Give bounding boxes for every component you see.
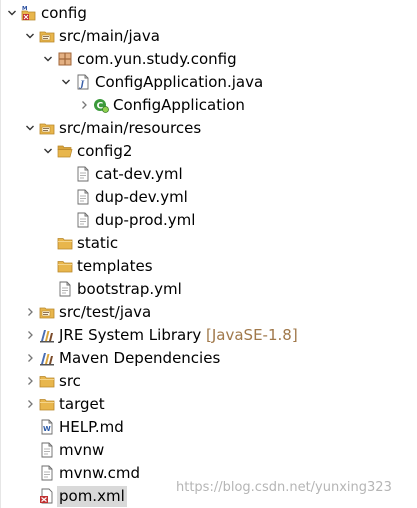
tree-item-label: HELP.md	[59, 418, 124, 436]
text-file-icon	[75, 189, 91, 205]
tree-item[interactable]: config2	[0, 140, 417, 163]
chevron-down-icon[interactable]	[42, 145, 54, 157]
tree-item-label: bootstrap.yml	[77, 280, 182, 298]
tree-item[interactable]: cat-dev.yml	[0, 163, 417, 186]
tree-item-label: mvnw.cmd	[59, 464, 141, 482]
tree-item-decoration: [JavaSE-1.8]	[201, 326, 298, 344]
source-folder-icon	[39, 304, 55, 320]
tree-item[interactable]: templates	[0, 255, 417, 278]
tree-item[interactable]: C ConfigApplication	[0, 94, 417, 117]
java-file-icon: J	[75, 74, 91, 90]
text-file-icon	[75, 166, 91, 182]
chevron-right-icon[interactable]	[78, 99, 90, 111]
tree-item[interactable]: JRE System Library [JavaSE-1.8]	[0, 324, 417, 347]
tree-item-label: JRE System Library [JavaSE-1.8]	[59, 326, 298, 344]
chevron-right-icon[interactable]	[24, 352, 36, 364]
tree-item-label: ConfigApplication	[113, 96, 245, 114]
tree-item[interactable]: bootstrap.yml	[0, 278, 417, 301]
tree-item-label: static	[77, 234, 119, 252]
tree-item[interactable]: src/main/java	[0, 25, 417, 48]
tree-item[interactable]: com.yun.study.config	[0, 48, 417, 71]
tree-item-label: target	[59, 395, 105, 413]
tree-item-label: ConfigApplication.java	[95, 73, 264, 91]
tree-item[interactable]: mvnw	[0, 439, 417, 462]
text-file-icon	[57, 281, 73, 297]
tree-item-label: mvnw	[59, 441, 105, 459]
chevron-right-icon[interactable]	[24, 375, 36, 387]
tree-item[interactable]: Maven Dependencies	[0, 347, 417, 370]
chevron-right-icon[interactable]	[24, 329, 36, 341]
xml-file-icon	[39, 488, 55, 504]
watermark: https://blog.csdn.net/yunxing323	[176, 480, 392, 495]
text-file-icon	[39, 465, 55, 481]
folder-icon	[57, 235, 73, 251]
tree-item-label: cat-dev.yml	[95, 165, 183, 183]
tree-item-label: config2	[77, 142, 133, 160]
tree-item-label: pom.xml	[57, 486, 127, 507]
chevron-right-icon[interactable]	[24, 306, 36, 318]
folder-icon	[39, 373, 55, 389]
source-folder-icon	[39, 28, 55, 44]
tree-item-label: src/test/java	[59, 303, 152, 321]
chevron-down-icon[interactable]	[6, 7, 18, 19]
tree-item-label: templates	[77, 257, 153, 275]
folder-open-icon	[57, 143, 73, 159]
tree-item-label: src	[59, 372, 81, 390]
tree-item[interactable]: Mconfig	[0, 2, 417, 25]
tree-item-label: src/main/java	[59, 27, 160, 45]
source-folder-icon	[39, 120, 55, 136]
chevron-down-icon[interactable]	[42, 53, 54, 65]
tree-item[interactable]: src/main/resources	[0, 117, 417, 140]
tree-item-label: config	[41, 4, 87, 22]
tree-item[interactable]: dup-prod.yml	[0, 209, 417, 232]
package-icon	[57, 51, 73, 67]
tree-item[interactable]: W HELP.md	[0, 416, 417, 439]
spring-class-icon: C	[93, 97, 109, 113]
library-icon	[39, 350, 55, 366]
tree-item-label: Maven Dependencies	[59, 349, 221, 367]
tree-item[interactable]: src	[0, 370, 417, 393]
tree-item[interactable]: J ConfigApplication.java	[0, 71, 417, 94]
tree-item-label: dup-prod.yml	[95, 211, 196, 229]
svg-text:M: M	[22, 6, 27, 12]
library-icon	[39, 327, 55, 343]
tree-item[interactable]: src/test/java	[0, 301, 417, 324]
folder-icon	[57, 258, 73, 274]
maven-project-icon: M	[21, 5, 37, 21]
text-file-icon	[39, 442, 55, 458]
tree-item-label: src/main/resources	[59, 119, 202, 137]
tree-item[interactable]: static	[0, 232, 417, 255]
chevron-down-icon[interactable]	[24, 122, 36, 134]
chevron-down-icon[interactable]	[60, 76, 72, 88]
text-file-icon	[75, 212, 91, 228]
chevron-down-icon[interactable]	[24, 30, 36, 42]
tree-item-label: dup-dev.yml	[95, 188, 188, 206]
chevron-right-icon[interactable]	[24, 398, 36, 410]
tree-item-label: com.yun.study.config	[77, 50, 237, 68]
markdown-file-icon: W	[39, 419, 55, 435]
svg-text:W: W	[43, 425, 51, 433]
tree-item[interactable]: dup-dev.yml	[0, 186, 417, 209]
tree-item[interactable]: target	[0, 393, 417, 416]
folder-icon	[39, 396, 55, 412]
